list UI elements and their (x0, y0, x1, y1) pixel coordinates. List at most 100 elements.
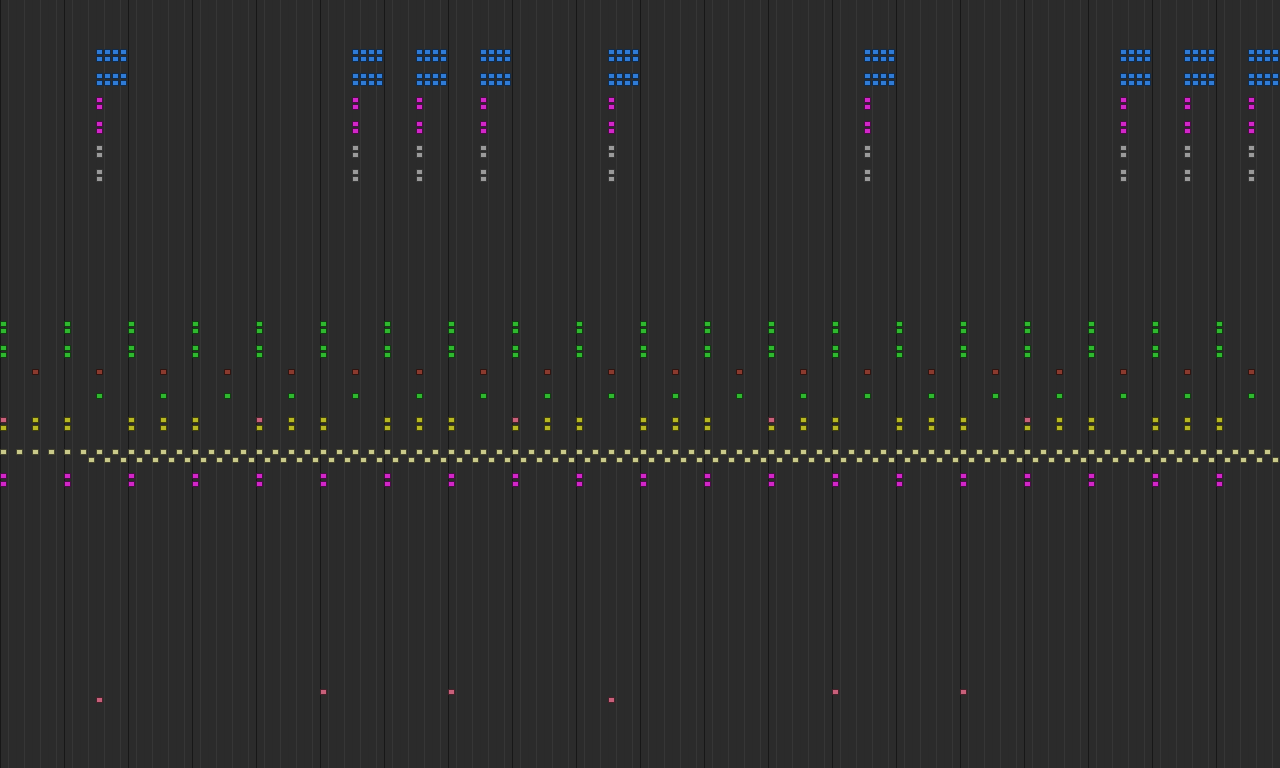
beat-note[interactable] (928, 369, 935, 375)
beat-note[interactable] (1024, 321, 1031, 327)
chord-note[interactable] (608, 80, 615, 86)
chord-note[interactable] (432, 73, 439, 79)
hihat-note[interactable] (560, 449, 567, 455)
hihat-note[interactable] (64, 449, 71, 455)
hihat-note[interactable] (768, 449, 775, 455)
chord-note[interactable] (1200, 49, 1207, 55)
beat-note[interactable] (800, 393, 807, 399)
beat-note[interactable] (0, 328, 7, 334)
beat-note[interactable] (672, 393, 679, 399)
chord-note[interactable] (1120, 80, 1127, 86)
beat-note[interactable] (1216, 473, 1223, 479)
hihat-note[interactable] (96, 449, 103, 455)
accent-note[interactable] (928, 425, 935, 431)
chord-note[interactable] (416, 169, 423, 175)
chord-note[interactable] (96, 80, 103, 86)
chord-note[interactable] (368, 49, 375, 55)
piano-roll-grid[interactable] (0, 0, 1280, 768)
hihat-note[interactable] (592, 449, 599, 455)
chord-note[interactable] (1256, 80, 1263, 86)
hihat-note[interactable] (736, 449, 743, 455)
beat-note[interactable] (576, 345, 583, 351)
hihat-note[interactable] (144, 449, 151, 455)
accent-note[interactable] (512, 417, 519, 423)
chord-note[interactable] (1264, 80, 1271, 86)
hihat-note[interactable] (1272, 457, 1279, 463)
chord-note[interactable] (1272, 49, 1279, 55)
chord-note[interactable] (888, 73, 895, 79)
beat-note[interactable] (192, 345, 199, 351)
beat-note[interactable] (0, 321, 7, 327)
beat-note[interactable] (416, 393, 423, 399)
accent-note[interactable] (192, 425, 199, 431)
beat-note[interactable] (768, 473, 775, 479)
hihat-note[interactable] (1016, 457, 1023, 463)
chord-note[interactable] (96, 73, 103, 79)
beat-note[interactable] (1248, 393, 1255, 399)
chord-note[interactable] (864, 128, 871, 134)
chord-note[interactable] (872, 49, 879, 55)
chord-note[interactable] (96, 145, 103, 151)
chord-note[interactable] (1192, 80, 1199, 86)
hihat-note[interactable] (264, 457, 271, 463)
beat-note[interactable] (512, 345, 519, 351)
accent-note[interactable] (256, 425, 263, 431)
chord-note[interactable] (872, 56, 879, 62)
chord-note[interactable] (504, 73, 511, 79)
hihat-note[interactable] (960, 449, 967, 455)
hihat-note[interactable] (1032, 457, 1039, 463)
hihat-note[interactable] (648, 457, 655, 463)
beat-note[interactable] (992, 369, 999, 375)
beat-note[interactable] (896, 473, 903, 479)
beat-note[interactable] (1120, 393, 1127, 399)
low-note[interactable] (960, 689, 967, 695)
hihat-note[interactable] (1264, 449, 1271, 455)
hihat-note[interactable] (1184, 449, 1191, 455)
hihat-note[interactable] (336, 449, 343, 455)
chord-note[interactable] (480, 97, 487, 103)
hihat-note[interactable] (1248, 449, 1255, 455)
hihat-note[interactable] (792, 457, 799, 463)
chord-note[interactable] (1248, 49, 1255, 55)
chord-note[interactable] (424, 56, 431, 62)
hihat-note[interactable] (448, 449, 455, 455)
chord-note[interactable] (120, 56, 127, 62)
chord-note[interactable] (1128, 73, 1135, 79)
hihat-note[interactable] (1232, 449, 1239, 455)
hihat-note[interactable] (368, 449, 375, 455)
hihat-note[interactable] (352, 449, 359, 455)
hihat-note[interactable] (640, 449, 647, 455)
beat-note[interactable] (320, 328, 327, 334)
beat-note[interactable] (416, 369, 423, 375)
chord-note[interactable] (1264, 73, 1271, 79)
chord-note[interactable] (1136, 49, 1143, 55)
hihat-note[interactable] (496, 449, 503, 455)
chord-note[interactable] (1248, 121, 1255, 127)
beat-note[interactable] (128, 328, 135, 334)
chord-note[interactable] (104, 49, 111, 55)
accent-note[interactable] (1216, 417, 1223, 423)
chord-note[interactable] (1248, 104, 1255, 110)
chord-note[interactable] (616, 73, 623, 79)
chord-note[interactable] (352, 145, 359, 151)
chord-note[interactable] (1184, 128, 1191, 134)
low-note[interactable] (448, 689, 455, 695)
chord-note[interactable] (1248, 145, 1255, 151)
beat-note[interactable] (448, 328, 455, 334)
hihat-note[interactable] (232, 457, 239, 463)
beat-note[interactable] (1184, 369, 1191, 375)
chord-note[interactable] (480, 128, 487, 134)
accent-note[interactable] (192, 417, 199, 423)
hihat-note[interactable] (48, 449, 55, 455)
chord-note[interactable] (96, 121, 103, 127)
accent-note[interactable] (1184, 425, 1191, 431)
beat-note[interactable] (1024, 328, 1031, 334)
beat-note[interactable] (64, 345, 71, 351)
chord-note[interactable] (1184, 73, 1191, 79)
hihat-note[interactable] (1072, 449, 1079, 455)
hihat-note[interactable] (1160, 457, 1167, 463)
hihat-note[interactable] (1216, 449, 1223, 455)
beat-note[interactable] (576, 321, 583, 327)
chord-note[interactable] (504, 80, 511, 86)
beat-note[interactable] (1056, 393, 1063, 399)
